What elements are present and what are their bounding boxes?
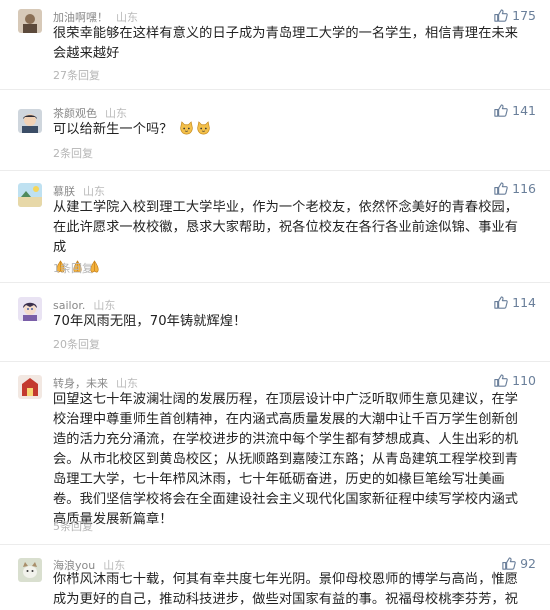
like-button[interactable]: 141	[493, 103, 536, 118]
reply-count-link[interactable]: 1条回复	[53, 260, 93, 276]
comment-item: 茶颜观色 山东 141 可以给新生一个吗？ 2条回复	[0, 100, 550, 170]
avatar[interactable]	[18, 183, 42, 207]
divider	[0, 282, 550, 283]
like-button[interactable]: 92	[501, 556, 536, 571]
reply-count-link[interactable]: 27条回复	[53, 67, 100, 83]
reply-count-link[interactable]: 20条回复	[53, 336, 100, 352]
thumbs-up-icon	[494, 104, 508, 117]
comment-item: 慕朕 山东 116 从建工学院入校到理工大学毕业，作为一个老校友，依然怀念美好的青…	[0, 180, 550, 275]
divider	[0, 89, 550, 90]
divider	[0, 170, 550, 171]
avatar[interactable]	[18, 109, 42, 133]
thumbs-up-icon	[494, 9, 508, 22]
username[interactable]: 茶颜观色	[53, 107, 97, 120]
comment-meta: sailor. 山东	[53, 297, 115, 313]
avatar[interactable]	[18, 375, 42, 399]
thumbs-up-icon	[494, 374, 508, 387]
like-count: 116	[512, 181, 536, 196]
username[interactable]: 加油啊嘿！	[53, 11, 108, 24]
comment-meta: 慕朕 山东	[53, 183, 105, 199]
cat-emoji-icon	[196, 121, 211, 136]
comment-item: 海浪you 山东 92 你栉风沐雨七十载，何其有幸共度七年光阴。景仰母校恩师的博学…	[0, 553, 550, 607]
comment-text: 70年风雨无阻，70年铸就辉煌！	[53, 314, 247, 329]
like-button[interactable]: 114	[493, 295, 536, 310]
comment-meta: 转身，未来 山东	[53, 375, 138, 391]
divider	[0, 361, 550, 362]
like-count: 92	[520, 556, 536, 571]
reply-count-link[interactable]: 5条回复	[53, 518, 93, 534]
comment-item: sailor. 山东 114 70年风雨无阻，70年铸就辉煌！ 20条回复	[0, 292, 550, 357]
like-button[interactable]: 116	[493, 181, 536, 196]
comment-text: 从建工学院入校到理工大学毕业，作为一个老校友，依然怀念美好的青春校园，在此许愿求…	[53, 198, 523, 278]
like-count: 141	[512, 103, 536, 118]
like-count: 175	[512, 8, 536, 23]
avatar[interactable]	[18, 297, 42, 321]
comment-text: 很荣幸能够在这样有意义的日子成为青岛理工大学的一名学生，相信青理在未来会越来越好	[53, 26, 519, 61]
location-label: 山东	[93, 299, 116, 312]
username[interactable]: 慕朕	[53, 185, 75, 198]
divider	[0, 544, 550, 545]
like-button[interactable]: 175	[493, 8, 536, 23]
avatar[interactable]	[18, 9, 42, 33]
like-count: 110	[512, 373, 536, 388]
location-label: 山东	[116, 377, 138, 390]
location-label: 山东	[83, 185, 105, 198]
comment-text: 回望这七十年波澜壮阔的发展历程，在顶层设计中广泛听取师生意见建议，在学校治理中尊…	[53, 392, 519, 527]
comment-text: 可以给新生一个吗？	[53, 120, 523, 140]
comment-text-body: 可以给新生一个吗？	[53, 122, 173, 137]
location-label: 山东	[105, 107, 127, 120]
avatar[interactable]	[18, 558, 42, 582]
like-button[interactable]: 110	[493, 373, 536, 388]
like-count: 114	[512, 295, 536, 310]
comment-text: 你栉风沐雨七十载，何其有幸共度七年光阴。景仰母校恩师的博学与高尚，惟愿成为更好的…	[53, 572, 519, 607]
comment-meta: 加油啊嘿！ 山东	[53, 9, 138, 25]
location-label: 山东	[116, 11, 138, 24]
comment-item: 转身，未来 山东 110 回望这七十年波澜壮阔的发展历程，在顶层设计中广泛听取师生…	[0, 372, 550, 542]
comment-text-body: 从建工学院入校到理工大学毕业，作为一个老校友，依然怀念美好的青春校园，在此许愿求…	[53, 200, 519, 255]
username[interactable]: 转身，未来	[53, 377, 108, 390]
reply-count-link[interactable]: 2条回复	[53, 145, 93, 161]
thumbs-up-icon	[494, 296, 508, 309]
comment-meta: 茶颜观色 山东	[53, 105, 127, 121]
comment-item: 加油啊嘿！ 山东 175 很荣幸能够在这样有意义的日子成为青岛理工大学的一名学生，…	[0, 0, 550, 88]
thumbs-up-icon	[494, 182, 508, 195]
username[interactable]: sailor.	[53, 299, 85, 312]
thumbs-up-icon	[502, 557, 516, 570]
cat-emoji-icon	[179, 121, 194, 136]
